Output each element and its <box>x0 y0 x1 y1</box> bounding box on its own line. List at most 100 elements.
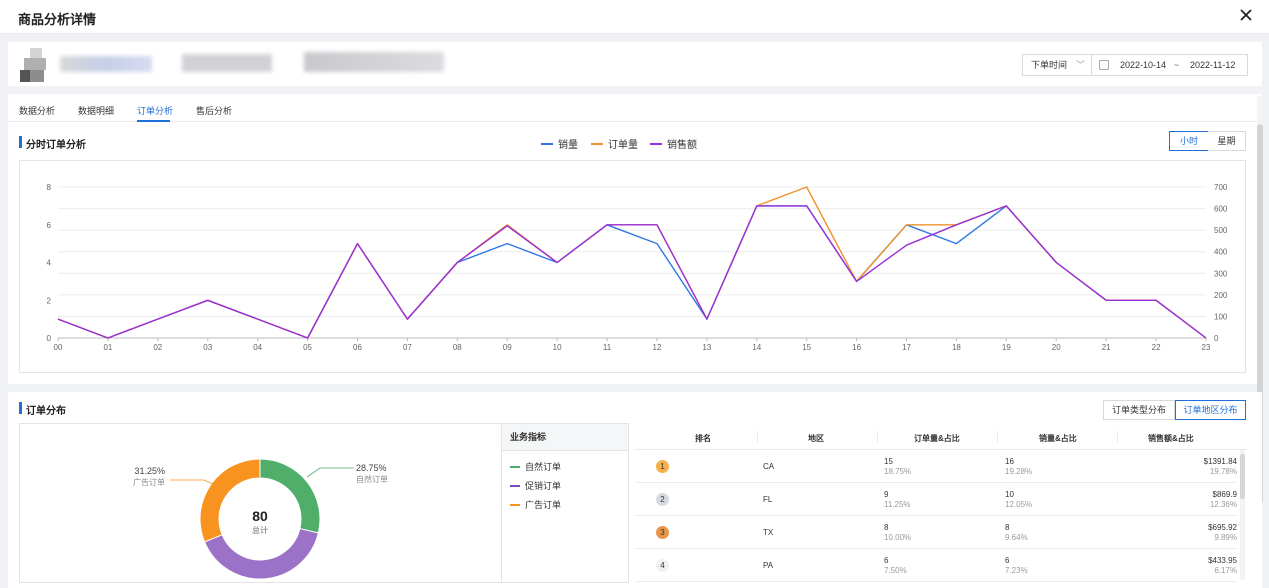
x-tick-label: 23 <box>1202 343 1211 352</box>
metric-natural-orders[interactable]: 自然订单 <box>510 460 561 473</box>
y2-tick-label: 0 <box>1214 334 1219 343</box>
x-tick-label: 04 <box>253 343 262 352</box>
orders-value: 8 <box>884 523 889 532</box>
table-row[interactable]: 4 PA 6 7.50% 6 7.23% $433.95 6.17% <box>635 550 1237 582</box>
rank-badge: 2 <box>656 493 669 506</box>
x-tick-label: 11 <box>603 343 612 352</box>
tab-after-sales[interactable]: 售后分析 <box>196 104 232 117</box>
qty-cell: 6 7.23% <box>1005 556 1028 576</box>
legend-item-sales-qty[interactable]: 销量 <box>541 136 578 151</box>
legend-swatch <box>650 143 662 146</box>
active-tab-indicator <box>137 120 170 122</box>
region-cell: PA <box>763 561 774 570</box>
table-row[interactable]: 2 FL 9 11.25% 10 12.05% $869.9 12.36% <box>635 484 1237 516</box>
x-tick-label: 09 <box>503 343 512 352</box>
toggle-hour[interactable]: 小时 <box>1169 131 1209 151</box>
toggle-week[interactable]: 星期 <box>1208 131 1246 151</box>
qty-cell: 16 19.28% <box>1005 457 1032 477</box>
product-analysis-modal: 商品分析详情 下单时间 ﹀ 2022-10-14 ~ 2022-11-12 数据… <box>0 0 1269 588</box>
order-type-donut: 80 总计 28.75% 自然订单 31.25% 广告订单 <box>19 423 501 583</box>
x-tick-label: 00 <box>54 343 63 352</box>
col-rank: 排名 <box>695 434 711 443</box>
x-tick-label: 12 <box>653 343 662 352</box>
metric-promo-orders[interactable]: 促销订单 <box>510 479 561 492</box>
date-start[interactable]: 2022-10-14 <box>1120 55 1166 75</box>
x-tick-label: 06 <box>353 343 362 352</box>
date-separator: ~ <box>1174 60 1180 70</box>
tab-order-analysis[interactable]: 订单分析 <box>137 104 173 117</box>
distribution-section-title: 订单分布 <box>19 402 66 417</box>
product-thumbnail <box>20 48 54 82</box>
col-orders[interactable]: 订单量&占比 <box>914 433 960 444</box>
donut-slice-0[interactable] <box>259 458 321 534</box>
legend-swatch <box>541 143 553 146</box>
x-tick-label: 18 <box>952 343 961 352</box>
col-sales[interactable]: 销售额&占比 <box>1148 433 1194 444</box>
donut-slice-2[interactable] <box>199 458 261 543</box>
x-tick-label: 08 <box>453 343 462 352</box>
sales-value: $433.95 <box>1208 556 1237 565</box>
date-end[interactable]: 2022-11-12 <box>1190 55 1235 75</box>
series-line-0[interactable] <box>57 205 1207 339</box>
business-metric-legend: 业务指标 自然订单 促销订单 广告订单 <box>501 423 629 583</box>
tab-data-detail[interactable]: 数据明细 <box>78 104 114 117</box>
sales-pct: 9.89% <box>1214 533 1237 542</box>
metric-label: 促销订单 <box>525 481 562 491</box>
region-cell: CA <box>763 462 775 471</box>
x-tick-label: 02 <box>153 343 162 352</box>
sales-cell: $869.9 12.36% <box>1210 490 1237 510</box>
qty-cell: 8 9.64% <box>1005 523 1028 543</box>
qty-value: 16 <box>1005 457 1014 466</box>
y2-tick-label: 300 <box>1214 269 1228 278</box>
orders-value: 9 <box>884 490 889 499</box>
date-range-picker[interactable]: 2022-10-14 ~ 2022-11-12 <box>1092 54 1248 76</box>
close-icon[interactable] <box>1239 8 1255 24</box>
orders-cell: 15 18.75% <box>884 457 911 477</box>
series-line-2[interactable] <box>57 205 1207 339</box>
time-type-select[interactable]: 下单时间 ﹀ <box>1022 54 1092 76</box>
series-line-1[interactable] <box>57 186 1207 339</box>
col-qty[interactable]: 销量&占比 <box>1039 433 1077 444</box>
table-row[interactable]: 1 CA 15 18.75% 16 19.28% $1391.84 19.78% <box>635 451 1237 483</box>
sales-value: $695.92 <box>1208 523 1237 532</box>
qty-value: 6 <box>1005 556 1010 565</box>
legend-item-order-qty[interactable]: 订单量 <box>591 136 638 151</box>
metric-swatch <box>510 484 520 487</box>
x-tick-label: 01 <box>103 343 112 352</box>
column-divider <box>877 431 878 442</box>
x-tick-label: 20 <box>1052 343 1061 352</box>
metric-ad-orders[interactable]: 广告订单 <box>510 498 561 511</box>
y-tick-label: 0 <box>47 334 52 343</box>
sales-value: $1391.84 <box>1203 457 1237 466</box>
region-table: 排名 地区 订单量&占比 销量&占比 销售额&占比 1 CA 15 18.75% … <box>635 423 1247 583</box>
tab-data-analysis[interactable]: 数据分析 <box>19 104 55 117</box>
x-tick-label: 13 <box>702 343 711 352</box>
chevron-down-icon: ﹀ <box>1075 60 1085 70</box>
table-scrollbar-thumb[interactable] <box>1240 454 1245 499</box>
masked-product-name <box>60 56 152 72</box>
rank-badge: 4 <box>656 559 669 572</box>
y2-tick-label: 600 <box>1214 205 1228 214</box>
donut-slice-1[interactable] <box>203 527 319 580</box>
x-tick-label: 05 <box>303 343 312 352</box>
qty-pct: 12.05% <box>1005 500 1033 509</box>
table-row[interactable]: 3 TX 8 10.00% 8 9.64% $695.92 9.89% <box>635 517 1237 549</box>
qty-value: 8 <box>1005 523 1010 532</box>
label-leader-line <box>306 467 354 478</box>
toggle-order-region[interactable]: 订单地区分布 <box>1175 400 1246 420</box>
orders-value: 15 <box>884 457 893 466</box>
qty-pct: 9.64% <box>1005 533 1028 542</box>
x-tick-label: 21 <box>1102 343 1111 352</box>
slice-percent-label: 31.25% <box>134 466 165 476</box>
legend-label: 订单量 <box>608 140 638 151</box>
orders-pct: 10.00% <box>884 533 912 542</box>
hourly-section-title: 分时订单分析 <box>19 136 86 151</box>
column-divider <box>757 431 758 442</box>
metric-swatch <box>510 503 520 506</box>
legend-label: 销量 <box>558 140 578 151</box>
legend-item-sales-amount[interactable]: 销售额 <box>650 136 697 151</box>
col-region: 地区 <box>808 434 824 443</box>
calendar-icon <box>1099 60 1109 70</box>
toggle-order-type[interactable]: 订单类型分布 <box>1103 400 1175 420</box>
label-leader-line <box>170 479 216 486</box>
